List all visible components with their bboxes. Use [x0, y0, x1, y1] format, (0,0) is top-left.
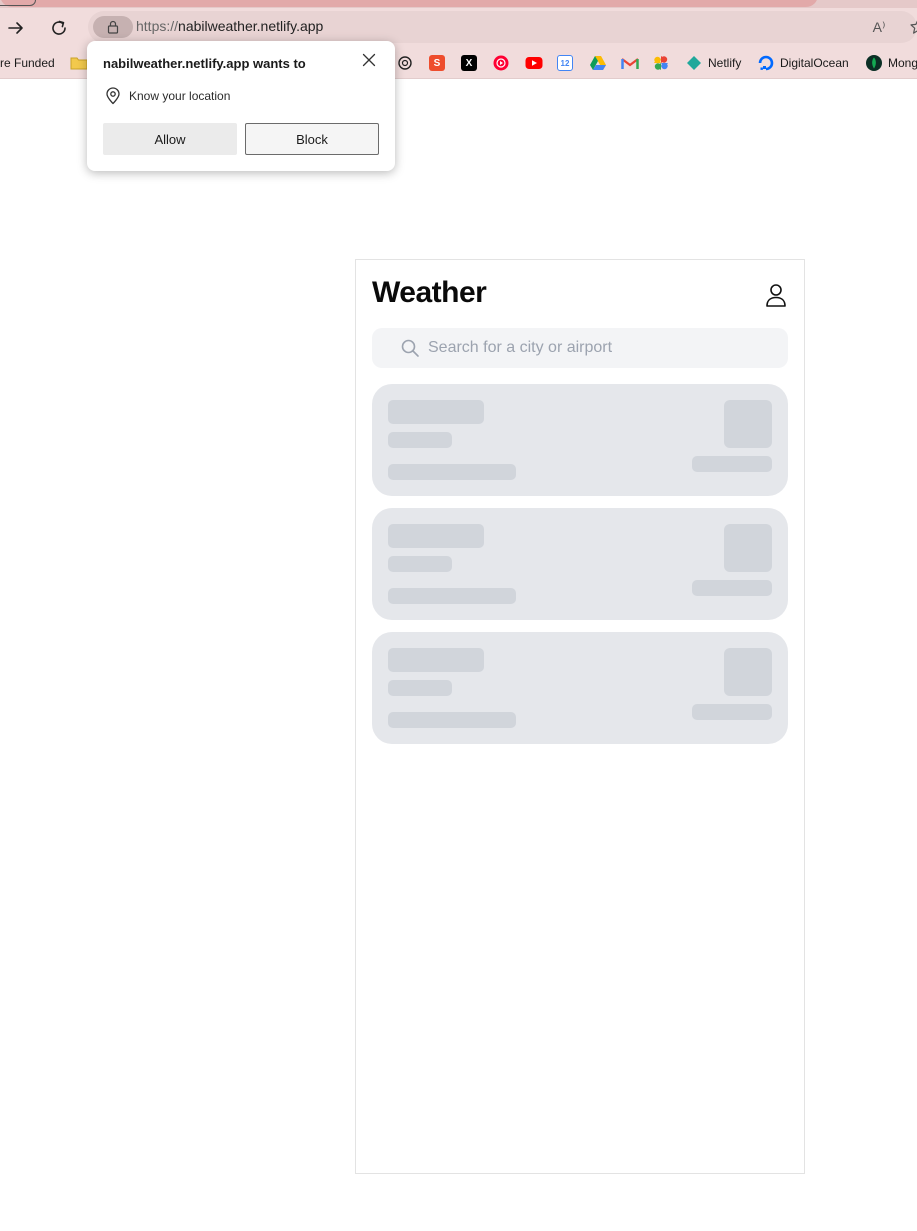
- favorite-button[interactable]: [906, 15, 917, 39]
- bookmark-digitalocean[interactable]: DigitalOcean: [758, 53, 849, 73]
- mongodb-icon: [866, 55, 882, 71]
- bookmark-funded[interactable]: re Funded: [0, 53, 55, 73]
- skeleton-time: [388, 556, 452, 572]
- block-button[interactable]: Block: [245, 123, 379, 155]
- read-aloud-button[interactable]: A⁾: [867, 15, 891, 39]
- bookmark-youtube-music[interactable]: [493, 53, 509, 73]
- location-permission-dialog: nabilweather.netlify.app wants to Know y…: [87, 41, 395, 171]
- skeleton-temperature: [724, 524, 772, 572]
- user-icon[interactable]: [762, 282, 790, 310]
- skeleton-time: [388, 432, 452, 448]
- bookmark-label: re Funded: [0, 56, 55, 70]
- skeleton-temperature: [724, 400, 772, 448]
- skeleton-high-low: [692, 704, 772, 720]
- bookmark-chatgpt[interactable]: [397, 53, 413, 73]
- shopee-icon: S: [429, 55, 445, 71]
- bookmark-youtube[interactable]: [525, 53, 543, 73]
- close-button[interactable]: [359, 50, 379, 70]
- loading-card-skeleton: [372, 632, 788, 744]
- reload-icon: [52, 20, 66, 35]
- skeleton-city-name: [388, 524, 484, 548]
- skeleton-city-name: [388, 648, 484, 672]
- x-icon: X: [461, 55, 477, 71]
- url-text[interactable]: https://nabilweather.netlify.app: [136, 18, 323, 34]
- bookmark-netlify[interactable]: Netlify: [686, 53, 741, 73]
- page-title: Weather: [372, 276, 487, 309]
- search-bar[interactable]: [372, 328, 788, 368]
- skeleton-city-name: [388, 400, 484, 424]
- site-info-button[interactable]: [93, 16, 133, 38]
- bookmark-mongodb[interactable]: Mong: [866, 53, 917, 73]
- gmail-icon: [621, 58, 639, 69]
- youtube-icon: [525, 57, 543, 69]
- folder-icon: [70, 57, 88, 70]
- google-drive-icon: [590, 56, 606, 70]
- permission-request-text: Know your location: [129, 89, 231, 103]
- read-aloud-icon: A⁾: [872, 18, 886, 35]
- bookmark-label: DigitalOcean: [780, 56, 849, 70]
- calendar-icon: 12: [557, 55, 573, 71]
- bookmark-shopee[interactable]: S: [429, 53, 445, 73]
- reload-button[interactable]: [45, 14, 73, 42]
- netlify-icon: [687, 56, 701, 70]
- arrow-right-icon: [8, 22, 23, 34]
- skeleton-condition: [388, 712, 516, 728]
- forward-button[interactable]: [2, 14, 30, 42]
- weather-app: Weather: [355, 259, 805, 1174]
- digitalocean-icon: [758, 55, 774, 71]
- permission-title: nabilweather.netlify.app wants to: [103, 56, 306, 71]
- skeleton-condition: [388, 464, 516, 480]
- skeleton-time: [388, 680, 452, 696]
- bookmark-google-photos[interactable]: [653, 53, 669, 73]
- active-tab[interactable]: [0, 0, 818, 7]
- url-scheme: https://: [136, 18, 179, 34]
- tab-strip: [0, 0, 917, 8]
- google-photos-icon: [654, 56, 668, 70]
- search-input[interactable]: [428, 328, 768, 368]
- loading-card-skeleton: [372, 384, 788, 496]
- location-pin-icon: [106, 87, 120, 105]
- bookmark-calendar[interactable]: 12: [557, 53, 573, 73]
- star-icon: [910, 20, 917, 34]
- chatgpt-icon: [398, 56, 412, 70]
- address-bar[interactable]: https://nabilweather.netlify.app A⁾: [88, 11, 917, 43]
- allow-button[interactable]: Allow: [103, 123, 237, 155]
- url-host: nabilweather.netlify.app: [178, 18, 324, 34]
- bookmark-google-drive[interactable]: [589, 53, 607, 73]
- youtube-music-icon: [493, 55, 509, 71]
- bookmark-folder[interactable]: [70, 53, 88, 73]
- search-icon: [401, 339, 419, 357]
- skeleton-temperature: [724, 648, 772, 696]
- skeleton-high-low: [692, 580, 772, 596]
- bookmark-gmail[interactable]: [621, 53, 639, 73]
- lock-icon: [107, 20, 119, 34]
- bookmark-x[interactable]: X: [461, 53, 477, 73]
- close-icon: [362, 53, 376, 67]
- bookmark-label: Mong: [888, 56, 917, 70]
- loading-card-skeleton: [372, 508, 788, 620]
- skeleton-high-low: [692, 456, 772, 472]
- tab-outline[interactable]: [0, 0, 36, 6]
- skeleton-condition: [388, 588, 516, 604]
- bookmark-label: Netlify: [708, 56, 742, 70]
